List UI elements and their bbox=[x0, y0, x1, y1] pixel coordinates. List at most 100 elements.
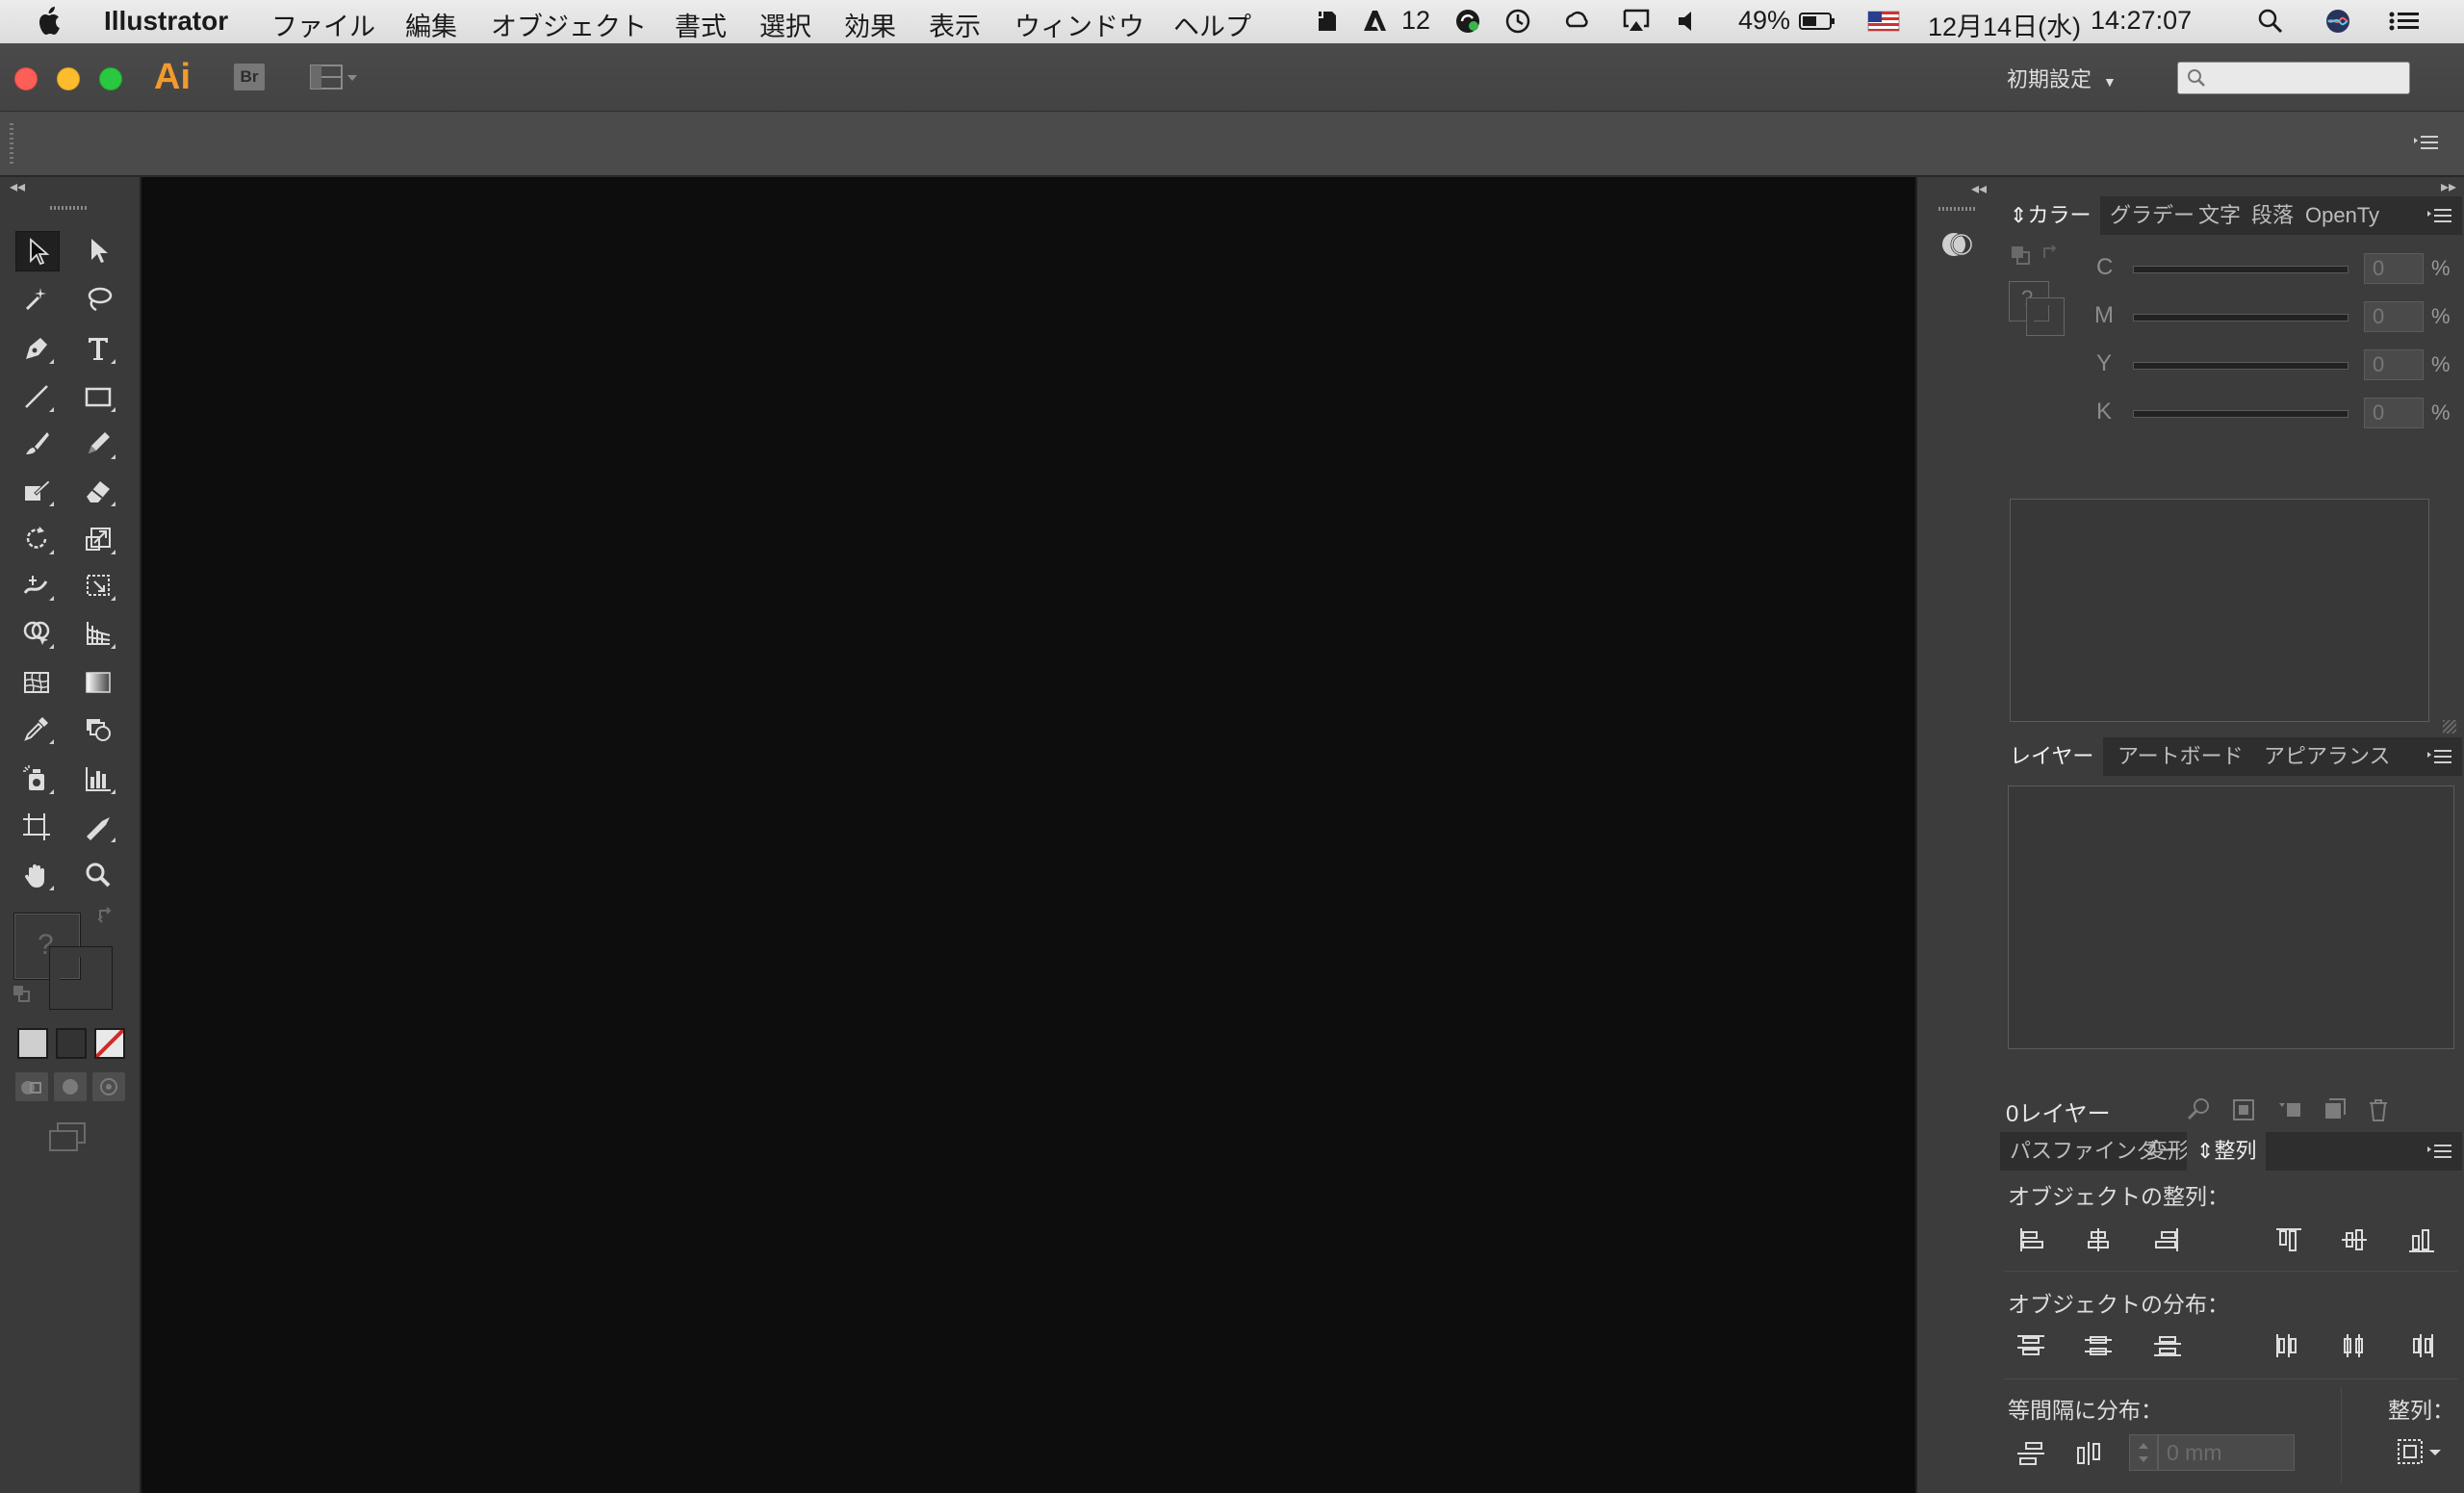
eyedropper-tool[interactable] bbox=[15, 709, 58, 748]
gradient-tool[interactable] bbox=[77, 663, 119, 702]
color-stroke-swatch[interactable] bbox=[2026, 297, 2065, 336]
horizontal-distribute-center-button[interactable] bbox=[2335, 1328, 2374, 1363]
default-fill-stroke-icon[interactable] bbox=[12, 984, 31, 1003]
menu-window[interactable]: ウィンドウ bbox=[1014, 6, 1144, 43]
symbol-sprayer-tool[interactable] bbox=[15, 759, 58, 798]
help-search-box[interactable] bbox=[2177, 62, 2410, 94]
arrange-documents-icon[interactable] bbox=[310, 64, 358, 90]
vertical-distribute-center-button[interactable] bbox=[2079, 1328, 2118, 1363]
horizontal-align-right-button[interactable] bbox=[2148, 1223, 2187, 1257]
resize-grip-icon[interactable] bbox=[2443, 720, 2456, 734]
menu-object[interactable]: オブジェクト bbox=[491, 6, 647, 43]
vertical-distribute-top-button[interactable] bbox=[2012, 1328, 2050, 1363]
horizontal-distribute-left-button[interactable] bbox=[2270, 1328, 2308, 1363]
close-window-button[interactable] bbox=[14, 67, 38, 90]
tab-layers[interactable]: レイヤー bbox=[2000, 737, 2104, 776]
color-spectrum-area[interactable] bbox=[2010, 499, 2429, 722]
width-tool[interactable] bbox=[15, 566, 58, 605]
scale-tool[interactable] bbox=[77, 520, 119, 558]
menubar-time[interactable]: 14:27:07 bbox=[2091, 6, 2192, 36]
creative-cloud-icon[interactable] bbox=[1562, 8, 1591, 35]
control-bar-menu-icon[interactable] bbox=[2412, 131, 2441, 154]
expand-dock-icon[interactable]: ◂◂ bbox=[1971, 179, 1987, 198]
shape-builder-tool[interactable] bbox=[15, 614, 58, 653]
vertical-distribute-bottom-button[interactable] bbox=[2148, 1328, 2187, 1363]
perspective-grid-tool[interactable] bbox=[77, 614, 119, 653]
stroke-swatch[interactable] bbox=[49, 946, 113, 1010]
lasso-tool[interactable] bbox=[77, 280, 119, 319]
menu-file[interactable]: ファイル bbox=[271, 6, 375, 43]
menu-type[interactable]: 書式 bbox=[675, 6, 727, 43]
tab-opentype[interactable]: OpenTy bbox=[2296, 196, 2389, 235]
vertical-align-top-button[interactable] bbox=[2270, 1223, 2308, 1257]
adobe-cc-icon[interactable] bbox=[1361, 8, 1390, 35]
swap-fill-stroke-icon[interactable] bbox=[96, 905, 116, 924]
vertical-align-center-button[interactable] bbox=[2335, 1223, 2374, 1257]
airplay-icon[interactable] bbox=[1622, 8, 1651, 35]
evernote-icon[interactable] bbox=[1313, 8, 1342, 35]
default-colors-icon[interactable] bbox=[2010, 245, 2033, 268]
spotlight-search-icon[interactable] bbox=[2256, 8, 2285, 35]
sync-icon[interactable] bbox=[1453, 8, 1482, 35]
siri-icon[interactable] bbox=[2323, 8, 2352, 35]
yellow-input[interactable] bbox=[2364, 349, 2424, 380]
layers-list[interactable] bbox=[2008, 785, 2454, 1049]
line-segment-tool[interactable] bbox=[15, 377, 58, 416]
cyan-slider[interactable] bbox=[2133, 266, 2348, 273]
gradient-mode-button[interactable] bbox=[56, 1028, 87, 1059]
minimize-window-button[interactable] bbox=[57, 67, 80, 90]
time-machine-icon[interactable] bbox=[1503, 8, 1532, 35]
draw-behind-button[interactable] bbox=[54, 1072, 87, 1101]
menu-edit[interactable]: 編集 bbox=[405, 6, 457, 43]
swap-colors-icon[interactable] bbox=[2040, 243, 2064, 266]
menubar-date[interactable]: 12月14日(水) bbox=[1928, 6, 2081, 43]
vertical-distribute-space-button[interactable] bbox=[2012, 1436, 2050, 1471]
horizontal-distribute-right-button[interactable] bbox=[2402, 1328, 2441, 1363]
appearance-panel-icon[interactable] bbox=[1938, 227, 1977, 262]
locate-object-icon[interactable] bbox=[2185, 1095, 2214, 1124]
us-flag-icon[interactable] bbox=[1867, 8, 1900, 35]
expand-panels-icon[interactable]: ▸▸ bbox=[2441, 177, 2456, 196]
app-menu[interactable]: Illustrator bbox=[104, 6, 228, 37]
menu-help[interactable]: ヘルプ bbox=[1173, 6, 1251, 43]
bridge-button[interactable]: Br bbox=[234, 64, 265, 90]
black-slider[interactable] bbox=[2133, 410, 2348, 418]
color-mode-button[interactable] bbox=[17, 1028, 48, 1059]
rectangle-tool[interactable] bbox=[77, 377, 119, 416]
blend-tool[interactable] bbox=[77, 709, 119, 748]
artboard-tool[interactable] bbox=[15, 808, 58, 846]
type-tool[interactable] bbox=[77, 329, 119, 368]
tab-paragraph[interactable]: 段落 bbox=[2242, 196, 2303, 235]
tab-artboards[interactable]: アートボード bbox=[2108, 737, 2253, 776]
none-mode-button[interactable] bbox=[94, 1028, 125, 1059]
shaper-tool[interactable] bbox=[15, 472, 58, 510]
cyan-input[interactable] bbox=[2364, 253, 2424, 284]
tab-appearance[interactable]: アピアランス bbox=[2254, 737, 2400, 776]
mesh-tool[interactable] bbox=[15, 663, 58, 702]
direct-selection-tool[interactable] bbox=[77, 231, 119, 270]
tools-panel-grip[interactable] bbox=[50, 206, 89, 210]
menu-effect[interactable]: 効果 bbox=[844, 6, 896, 43]
dock-grip[interactable] bbox=[1938, 207, 1977, 211]
notification-center-icon[interactable] bbox=[2387, 8, 2422, 35]
align-to-selector[interactable] bbox=[2393, 1432, 2447, 1471]
zoom-window-button[interactable] bbox=[99, 67, 122, 90]
menu-select[interactable]: 選択 bbox=[759, 6, 811, 43]
magic-wand-tool[interactable] bbox=[15, 280, 58, 319]
control-bar-grip[interactable] bbox=[10, 123, 13, 164]
tab-color[interactable]: ⇕カラー bbox=[2000, 196, 2101, 235]
draw-inside-button[interactable] bbox=[92, 1072, 125, 1101]
vertical-align-bottom-button[interactable] bbox=[2402, 1223, 2441, 1257]
spacing-stepper[interactable] bbox=[2129, 1434, 2158, 1471]
apple-icon[interactable] bbox=[37, 6, 64, 37]
new-layer-icon[interactable] bbox=[2320, 1095, 2348, 1124]
horizontal-align-left-button[interactable] bbox=[2012, 1223, 2050, 1257]
volume-icon[interactable] bbox=[1675, 8, 1704, 35]
layers-panel-menu-icon[interactable] bbox=[2426, 747, 2454, 766]
zoom-tool[interactable] bbox=[77, 856, 119, 894]
magenta-input[interactable] bbox=[2364, 301, 2424, 332]
horizontal-align-center-button[interactable] bbox=[2079, 1223, 2118, 1257]
make-clipping-mask-icon[interactable] bbox=[2229, 1095, 2258, 1124]
paintbrush-tool[interactable] bbox=[15, 425, 58, 463]
new-sublayer-icon[interactable] bbox=[2275, 1095, 2304, 1124]
